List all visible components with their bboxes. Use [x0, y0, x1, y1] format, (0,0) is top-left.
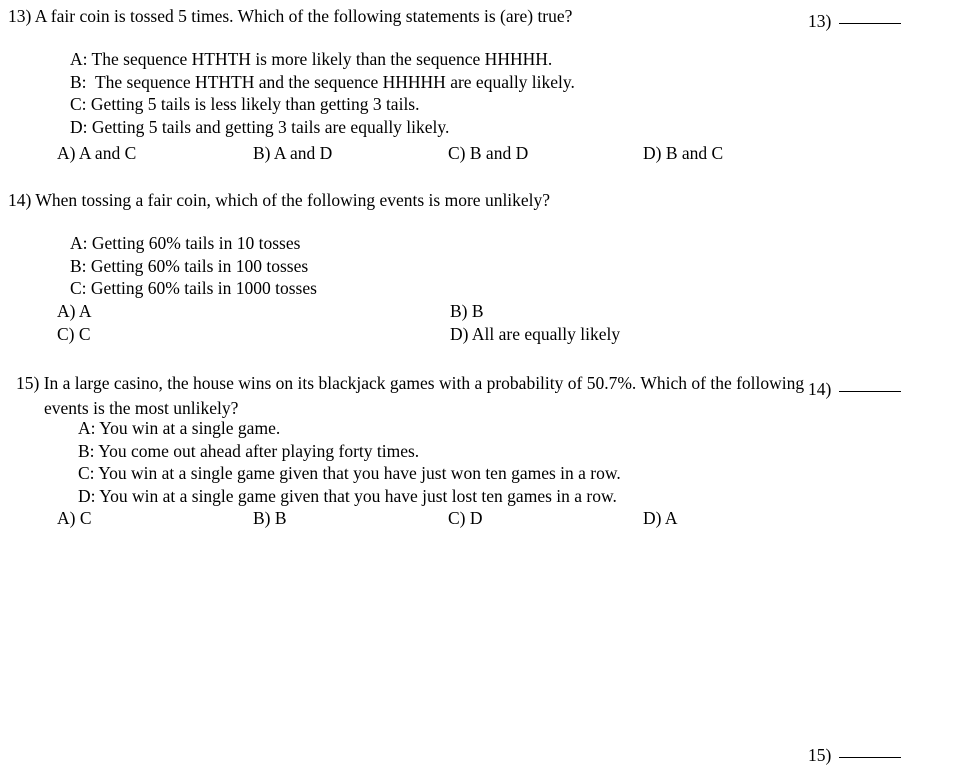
question-15-option-d[interactable]: D) A [643, 507, 678, 530]
question-14-body: 14) When tossing a fair coin, which of t… [8, 188, 788, 344]
question-15-number: 15) [16, 373, 40, 393]
question-15-statements: A: You win at a single game. B: You come… [78, 417, 621, 507]
question-14-options: A) A B) B C) C D) All are equally likely [57, 300, 797, 347]
question-13-statement-c: C: Getting 5 tails is less likely than g… [70, 94, 420, 114]
question-14-option-d[interactable]: D) All are equally likely [450, 323, 620, 346]
quiz-page: 13) A fair coin is tossed 5 times. Which… [0, 0, 964, 765]
question-15-options: A) C B) B C) D D) A [57, 507, 797, 531]
question-14-statements: A: Getting 60% tails in 10 tosses B: Get… [70, 232, 317, 300]
question-14-option-c[interactable]: C) C [57, 323, 91, 346]
question-14-blank-rule[interactable] [839, 391, 902, 392]
question-13-statement-b: B: The sequence HTHTH and the sequence H… [70, 71, 575, 92]
question-14-option-a[interactable]: A) A [57, 300, 92, 323]
question-13-statement-d: D: Getting 5 tails and getting 3 tails a… [70, 116, 450, 137]
question-15-statement-a: A: You win at a single game. [78, 418, 281, 438]
question-15-statement-d: D: You win at a single game given that y… [78, 485, 617, 506]
question-13-blank-label: 13) [808, 11, 832, 31]
question-15-stem-text: In a large casino, the house wins on its… [43, 373, 805, 418]
question-14-stem-text: When tossing a fair coin, which of the f… [35, 190, 551, 210]
question-15-stem: 15) In a large casino, the house wins on… [8, 371, 806, 421]
question-15-option-c[interactable]: C) D [448, 507, 483, 530]
question-13-option-a[interactable]: A) A and C [57, 142, 136, 165]
question-14-number: 14) [8, 190, 32, 210]
question-15-blank-rule[interactable] [839, 757, 902, 758]
question-13-blank-rule[interactable] [839, 23, 902, 24]
question-15-answer-blank[interactable]: 15) [808, 744, 902, 766]
question-14-answer-blank[interactable]: 14) [808, 378, 902, 400]
question-13-option-d[interactable]: D) B and C [643, 142, 723, 165]
question-13-statement-a: A: The sequence HTHTH is more likely tha… [70, 49, 553, 69]
question-13-body: 13) A fair coin is tossed 5 times. Which… [8, 4, 788, 163]
question-13-number: 13) [8, 6, 32, 26]
question-15-statement-c: C: You win at a single game given that y… [78, 463, 621, 483]
question-15-blank-label: 15) [808, 745, 832, 765]
question-15-body: 15) In a large casino, the house wins on… [8, 371, 804, 528]
question-13-answer-blank[interactable]: 13) [808, 10, 902, 32]
question-13-option-c[interactable]: C) B and D [448, 142, 528, 165]
question-14-statement-c: C: Getting 60% tails in 1000 tosses [70, 278, 317, 298]
question-13-options: A) A and C B) A and D C) B and D D) B an… [57, 142, 797, 166]
question-14-blank-label: 14) [808, 379, 832, 399]
question-14-stem: 14) When tossing a fair coin, which of t… [8, 188, 806, 213]
question-14-statement-a: A: Getting 60% tails in 10 tosses [70, 233, 301, 253]
question-15-statement-b: B: You come out ahead after playing fort… [78, 440, 420, 461]
question-14-option-b[interactable]: B) B [450, 300, 484, 323]
question-13-option-b[interactable]: B) A and D [253, 142, 332, 165]
question-15-option-b[interactable]: B) B [253, 507, 287, 530]
question-15-option-a[interactable]: A) C [57, 507, 92, 530]
question-13-statements: A: The sequence HTHTH is more likely tha… [70, 48, 575, 138]
question-14-statement-b: B: Getting 60% tails in 100 tosses [70, 255, 309, 276]
question-13-stem-text: A fair coin is tossed 5 times. Which of … [34, 6, 573, 26]
question-13-stem: 13) A fair coin is tossed 5 times. Which… [8, 4, 806, 29]
